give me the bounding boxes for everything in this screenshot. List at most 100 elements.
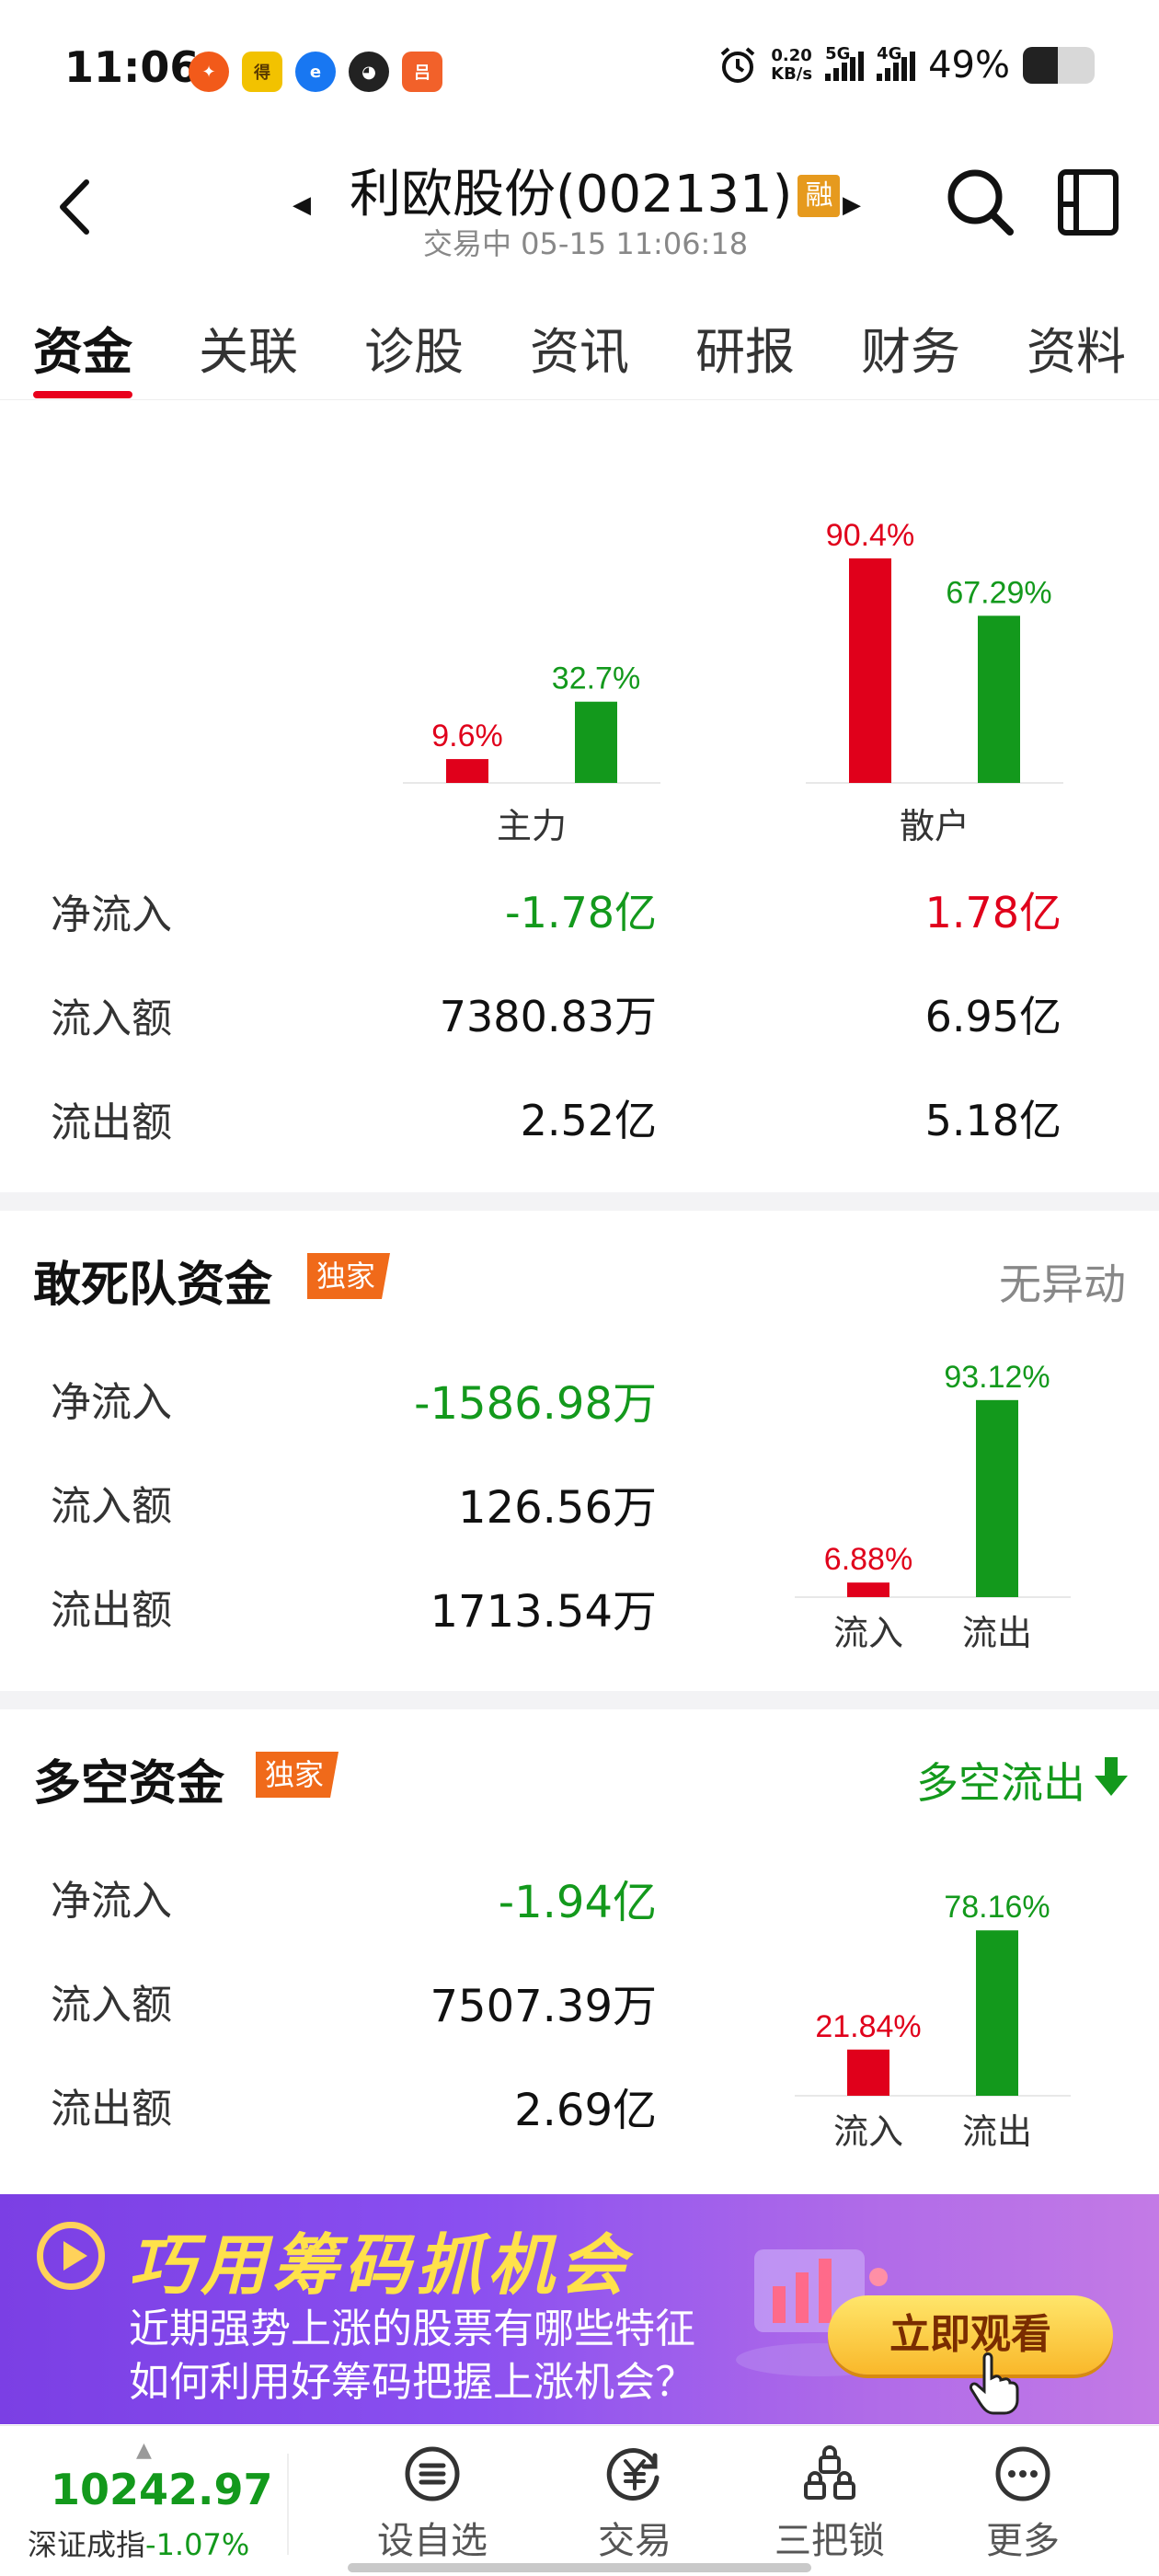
- sim2-type: 4G: [877, 44, 902, 63]
- category-label: 流出: [962, 1613, 1032, 1653]
- row-label: 净流入: [51, 1379, 172, 1426]
- dare-to-die-chart: 6.88% 流入 93.12% 流出: [795, 1360, 1071, 1653]
- bar-value-label: 67.29%: [946, 575, 1051, 610]
- section-status: 无异动: [999, 1259, 1126, 1309]
- tab-news[interactable]: 资讯: [530, 311, 629, 384]
- nav-watchlist[interactable]: 设自选: [368, 2444, 497, 2564]
- bar-value-label: 9.6%: [431, 719, 503, 753]
- network-speed-value: 0.20: [771, 46, 812, 65]
- app-notification-icon: 吕: [402, 52, 442, 92]
- chart-bar: [976, 1930, 1018, 2096]
- tab-research[interactable]: 研报: [695, 311, 795, 384]
- ls-row-inflow: 流入额 7507.39万: [0, 1970, 699, 2071]
- exclusive-badge: 独家: [256, 1752, 339, 1798]
- tab-related[interactable]: 关联: [199, 311, 298, 384]
- banner-line2: 如何利用好筹码把握上涨机会？: [129, 2359, 695, 2406]
- nav-trade[interactable]: 交易: [570, 2444, 699, 2564]
- home-indicator: [348, 2563, 811, 2572]
- row-label: 流出额: [51, 2086, 172, 2133]
- app-notification-icon: 得: [242, 52, 282, 92]
- compare-row-net: 净流入 -1.78亿 1.78亿: [0, 852, 1159, 953]
- more-dots-icon: [995, 2446, 1050, 2501]
- tab-capital[interactable]: 资金: [33, 311, 132, 384]
- category-label: 散户: [900, 806, 970, 846]
- nav-three-locks[interactable]: 三把锁: [765, 2444, 894, 2564]
- stock-header: ◀ 利欧股份(002131) 融 交易中 05-15 11:06:18 ▶: [0, 138, 1159, 276]
- next-stock-button[interactable]: ▶: [843, 191, 861, 219]
- battery-icon: [1023, 47, 1095, 84]
- back-arrow-icon[interactable]: [52, 175, 98, 239]
- dtd-row-outflow: 流出额 1713.54万: [0, 1575, 699, 1676]
- ls-row-outflow: 流出额 2.69亿: [0, 2074, 699, 2175]
- stock-name: 利欧股份(002131): [350, 165, 793, 224]
- compare-row-outflow: 流出额 2.52亿 5.18亿: [0, 1060, 1159, 1161]
- row-value: 1713.54万: [430, 1586, 658, 1638]
- promo-banner[interactable]: 巧用筹码抓机会 近期强势上涨的股票有哪些特征 如何利用好筹码把握上涨机会？ 立即…: [0, 2194, 1159, 2424]
- index-value[interactable]: 10242.97: [51, 2465, 273, 2514]
- network-speed-unit: KB/s: [771, 64, 813, 84]
- bar-value-label: 90.4%: [826, 518, 914, 553]
- bar-value-label: 21.84%: [815, 2009, 921, 2044]
- menu-circle-icon: [405, 2446, 460, 2501]
- row-value: 7507.39万: [430, 1981, 658, 2032]
- stock-title: 利欧股份(002131) 融: [350, 153, 841, 227]
- status-time: 11:06: [64, 42, 200, 92]
- hand-cursor-icon: [970, 2352, 1019, 2415]
- row-value: 2.69亿: [514, 2085, 657, 2136]
- chart-bar: [976, 1399, 1018, 1597]
- status-bar: 11:06 ✦ 得 e ◕ 吕 0.20 KB/s 5G 4G 49%: [0, 0, 1159, 138]
- row-label: 流入额: [51, 1982, 172, 2029]
- row-value: -1.94亿: [498, 1877, 657, 1928]
- notification-icons: ✦ 得 e ◕ 吕: [189, 52, 442, 92]
- bar-value-label: 6.88%: [824, 1542, 912, 1577]
- index-expand-icon[interactable]: ▲: [136, 2439, 152, 2462]
- search-icon[interactable]: [944, 166, 1016, 237]
- tab-profile[interactable]: 资料: [1027, 311, 1126, 384]
- margin-badge: 融: [798, 175, 841, 217]
- retail-inflow-value: 6.95亿: [924, 992, 1061, 1041]
- row-label: 流出额: [51, 1587, 172, 1634]
- main-outflow-value: 2.52亿: [520, 1096, 657, 1145]
- row-label: 流入额: [51, 995, 172, 1042]
- chart-bar: [978, 615, 1020, 783]
- index-label[interactable]: 深证成指-1.07%: [28, 2522, 249, 2564]
- long-short-chart: 21.84% 流入 78.16% 流出: [795, 1890, 1071, 2152]
- nav-more[interactable]: 更多: [958, 2444, 1087, 2564]
- prev-stock-button[interactable]: ◀: [293, 191, 311, 219]
- battery-fill: [1023, 47, 1059, 84]
- share-icon[interactable]: [1056, 167, 1120, 237]
- tab-diagnosis[interactable]: 诊股: [364, 311, 464, 384]
- section-divider: [0, 1192, 1159, 1211]
- dtd-row-net: 净流入 -1586.98万: [0, 1367, 699, 1468]
- tab-finance[interactable]: 财务: [861, 311, 960, 384]
- sim1-type: 5G: [825, 44, 851, 63]
- section-title: 多空资金: [33, 1756, 225, 1811]
- arrow-down-icon: [1095, 1757, 1128, 1796]
- banner-line1: 近期强势上涨的股票有哪些特征: [129, 2306, 695, 2352]
- bar-value-label: 78.16%: [944, 1890, 1050, 1925]
- bar-value-label: 32.7%: [552, 661, 640, 696]
- category-label: 流入: [833, 1613, 903, 1653]
- index-separator: [287, 2454, 289, 2555]
- status-right: 0.20 KB/s 5G 4G 49%: [717, 44, 1095, 86]
- trade-status: 交易中 05-15 11:06:18: [423, 226, 749, 261]
- row-value: 126.56万: [458, 1482, 657, 1534]
- section-status[interactable]: 多空流出: [916, 1750, 1085, 1811]
- row-label: 流入额: [51, 1483, 172, 1530]
- dtd-row-inflow: 流入额 126.56万: [0, 1471, 699, 1572]
- retail-net-value: 1.78亿: [924, 888, 1061, 937]
- main-vs-retail-chart: 9.6% 32.7% 主力 90.4% 67.29% 散户: [403, 518, 1063, 846]
- row-label: 净流入: [51, 891, 172, 938]
- signal-4g: 4G: [877, 44, 916, 81]
- row-label: 净流入: [51, 1878, 172, 1925]
- network-speed: 0.20 KB/s: [771, 47, 812, 84]
- active-tab-indicator: [33, 391, 132, 398]
- yuan-circle-icon: [606, 2448, 660, 2501]
- compare-row-inflow: 流入额 7380.83万 6.95亿: [0, 956, 1159, 1057]
- category-label: 主力: [497, 806, 567, 846]
- nav-label: 三把锁: [775, 2520, 885, 2562]
- section-divider: [0, 1691, 1159, 1709]
- wechat-notification-icon: ◕: [349, 52, 389, 92]
- index-name: 深证成指: [28, 2527, 146, 2562]
- nav-label: 交易: [598, 2520, 671, 2562]
